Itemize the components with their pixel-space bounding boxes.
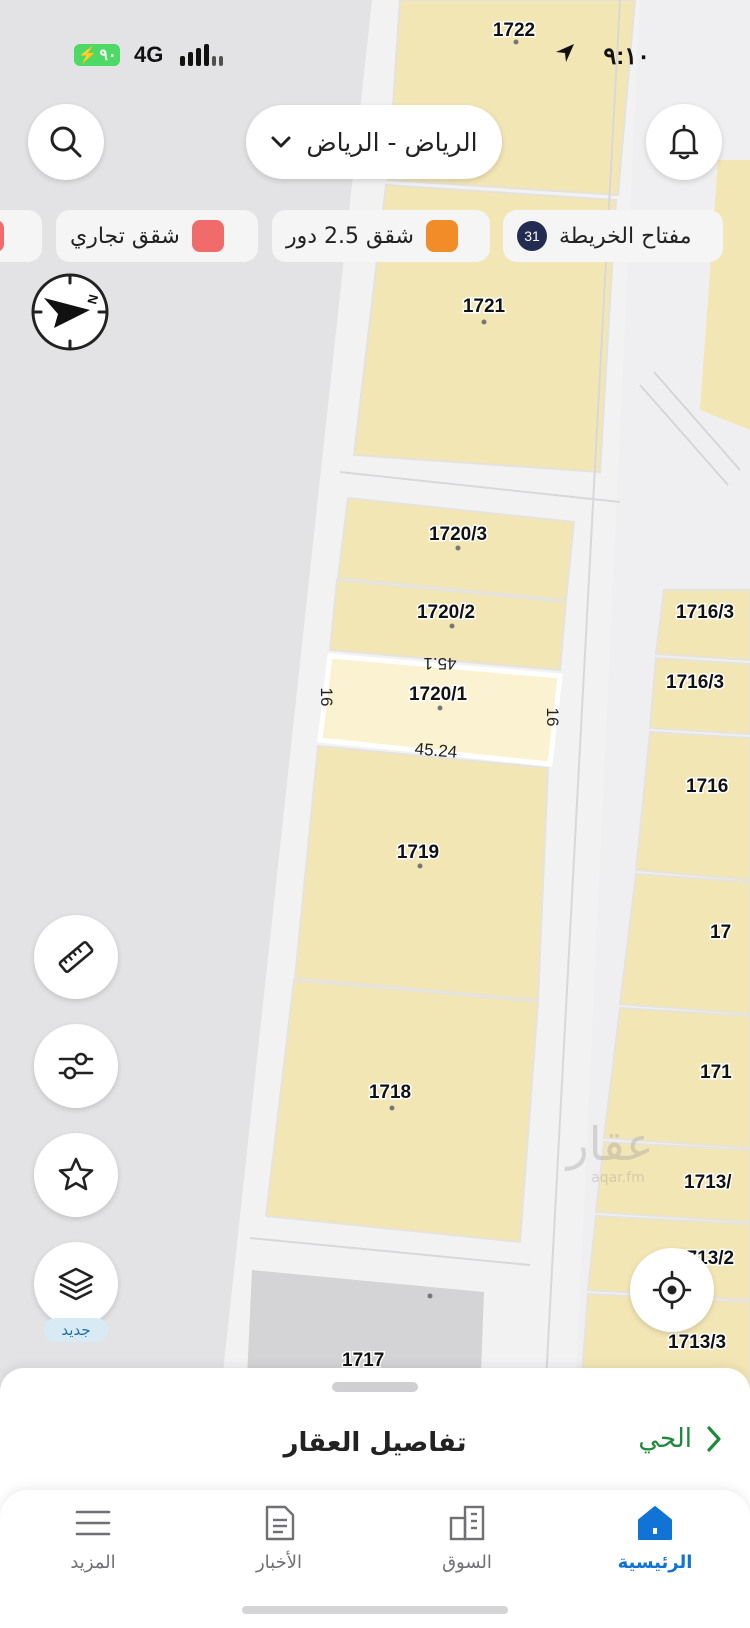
clock: ٩:١٠ bbox=[603, 43, 650, 70]
tab-label: المزيد bbox=[70, 1552, 116, 1573]
parcel-label: 1719 bbox=[397, 842, 439, 863]
new-badge: جديد bbox=[44, 1318, 108, 1342]
parcel-1716-3b bbox=[648, 656, 750, 736]
legend-swatch bbox=[425, 220, 458, 252]
parcel-label: 1722 bbox=[493, 20, 535, 41]
search-icon bbox=[50, 126, 82, 158]
chip-commercial-apartments[interactable]: شقق تجاري bbox=[56, 210, 258, 262]
star-icon bbox=[58, 1157, 94, 1191]
chevron-right-icon bbox=[707, 1426, 721, 1452]
chevron-down-icon bbox=[271, 136, 291, 148]
neighborhood-label: الحي bbox=[638, 1424, 692, 1454]
measure-button[interactable] bbox=[34, 915, 118, 999]
chip-map-key[interactable]: مفتاح الخريطة 31 bbox=[503, 210, 723, 262]
watermark: عقار bbox=[565, 1117, 654, 1171]
notifications-button[interactable] bbox=[646, 104, 722, 180]
location-arrow-icon bbox=[554, 42, 576, 68]
tab-news[interactable]: الأخبار bbox=[214, 1504, 344, 1594]
buildings-icon bbox=[449, 1505, 485, 1541]
layers-button[interactable] bbox=[34, 1242, 118, 1326]
signal-icon bbox=[180, 44, 223, 66]
compass-button[interactable]: N bbox=[30, 272, 110, 352]
parcel-label: 1718 bbox=[369, 1082, 411, 1103]
bottom-tab-bar: الرئيسية السوق الأخبار المزيد bbox=[0, 1490, 750, 1628]
dimension-label: 45.24 bbox=[414, 739, 458, 762]
parcel-label: 1720/2 bbox=[417, 602, 475, 623]
battery-indicator: ⚡ ٩٠ bbox=[74, 44, 120, 66]
neighborhood-link[interactable]: الحي bbox=[638, 1424, 722, 1454]
legend-swatch bbox=[0, 220, 4, 252]
tab-more[interactable]: المزيد bbox=[28, 1504, 158, 1594]
news-icon bbox=[265, 1505, 295, 1541]
status-bar: ⚡ ٩٠ 4G ٩:١٠ bbox=[0, 40, 750, 70]
parcel-1716-3a bbox=[654, 589, 750, 662]
chip-label: مفتاح الخريطة bbox=[559, 223, 692, 249]
parcel-label: 1720/3 bbox=[429, 524, 487, 545]
parcel-17 bbox=[618, 872, 750, 1016]
dimension-label: 16 bbox=[317, 688, 336, 707]
parcel-1719 bbox=[293, 744, 550, 1002]
watermark-sub: aqar.fm bbox=[591, 1170, 645, 1186]
parcel-label: 171 bbox=[700, 1062, 732, 1083]
compass-icon: N bbox=[31, 273, 109, 351]
parcel-label: 1721 bbox=[463, 296, 506, 317]
parcel-label: 1716 bbox=[686, 776, 728, 797]
chip-label: شقق 2.5 دور bbox=[286, 223, 414, 249]
parcel-label: 1713/3 bbox=[668, 1332, 726, 1353]
tab-label: الرئيسية bbox=[617, 1552, 693, 1573]
parcel-label: 1716/3 bbox=[676, 602, 734, 623]
tab-label: السوق bbox=[442, 1552, 492, 1573]
parcel-label: 1720/1 bbox=[409, 684, 468, 705]
map-legend-chips: مفتاح الخريطة 31 شقق 2.5 دور شقق تجاري bbox=[0, 210, 750, 264]
bolt-icon: ⚡ bbox=[77, 47, 98, 64]
battery-level: ٩٠ bbox=[99, 47, 117, 64]
tab-home[interactable]: الرئيسية bbox=[590, 1504, 720, 1594]
dimension-label: 16 bbox=[543, 708, 562, 727]
parcel-label: 1716/3 bbox=[666, 672, 724, 693]
search-button[interactable] bbox=[28, 104, 104, 180]
ruler-icon bbox=[58, 940, 94, 974]
chip-partial[interactable] bbox=[0, 210, 42, 262]
chip-badge: 31 bbox=[517, 221, 547, 251]
legend-swatch bbox=[191, 220, 224, 252]
chip-apartments-2-5[interactable]: شقق 2.5 دور bbox=[272, 210, 490, 262]
sheet-drag-handle[interactable] bbox=[332, 1382, 418, 1392]
parcel-label: 17 bbox=[710, 922, 731, 943]
menu-icon bbox=[75, 1510, 111, 1536]
dimension-label: 45.1 bbox=[423, 654, 456, 673]
home-icon bbox=[638, 1506, 672, 1540]
locate-me-button[interactable] bbox=[630, 1248, 714, 1332]
home-indicator bbox=[242, 1606, 508, 1614]
city-selector-label: الرياض - الرياض bbox=[306, 127, 478, 157]
parcel-1716 bbox=[634, 730, 750, 882]
layers-icon bbox=[58, 1267, 94, 1301]
sliders-icon bbox=[58, 1052, 94, 1080]
bell-icon bbox=[669, 124, 699, 160]
filter-button[interactable] bbox=[34, 1024, 118, 1108]
parcel-label: 1713/ bbox=[684, 1172, 732, 1193]
favorites-button[interactable] bbox=[34, 1133, 118, 1217]
parcel-1718 bbox=[264, 978, 540, 1244]
city-selector[interactable]: الرياض - الرياض bbox=[246, 105, 502, 179]
chip-label: شقق تجاري bbox=[70, 223, 180, 249]
crosshair-icon bbox=[652, 1270, 692, 1310]
network-type: 4G bbox=[134, 42, 164, 67]
tab-label: الأخبار bbox=[255, 1552, 302, 1573]
tab-market[interactable]: السوق bbox=[402, 1504, 532, 1594]
